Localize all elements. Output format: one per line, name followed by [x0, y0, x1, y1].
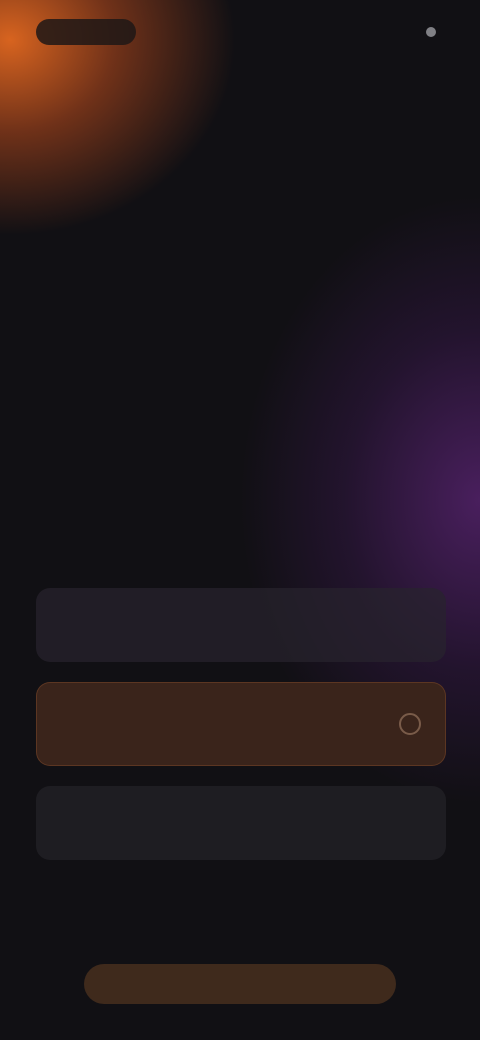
- brand-logo[interactable]: [36, 19, 136, 45]
- continue-button[interactable]: [84, 964, 396, 1004]
- option-card-1[interactable]: [36, 588, 446, 662]
- radio-icon[interactable]: [399, 713, 421, 735]
- app-screen: [0, 0, 480, 1040]
- top-bar: [0, 0, 480, 64]
- option-card-3[interactable]: [36, 786, 446, 860]
- status-dot-icon: [426, 27, 436, 37]
- option-card-2[interactable]: [36, 682, 446, 766]
- status-indicator[interactable]: [426, 27, 444, 37]
